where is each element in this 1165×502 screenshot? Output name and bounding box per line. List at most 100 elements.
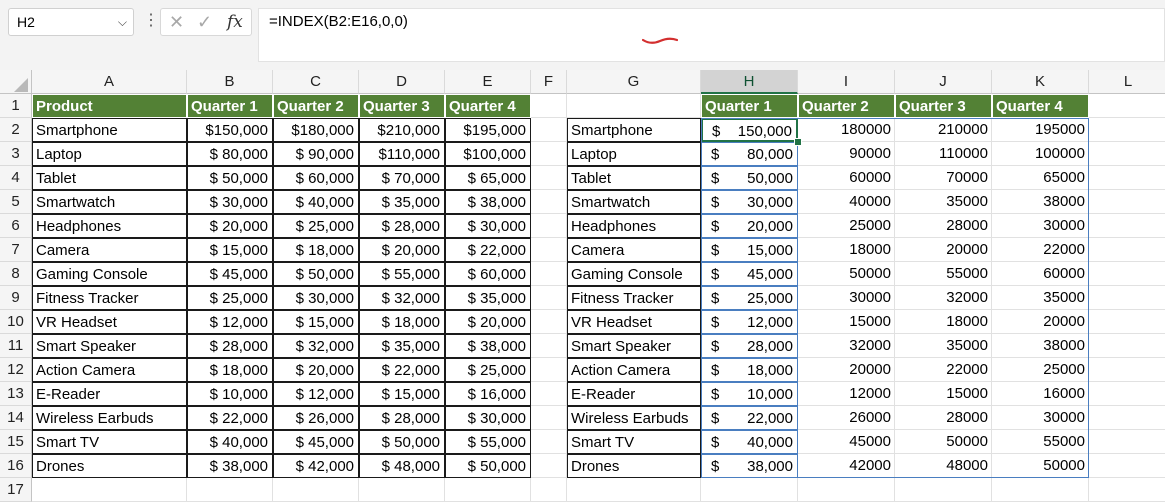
- grid-cell[interactable]: [1089, 406, 1165, 430]
- result-value-cell[interactable]: 110000: [895, 142, 992, 166]
- source-value-cell[interactable]: $ 25,000: [445, 358, 531, 382]
- source-product-cell[interactable]: Action Camera: [32, 358, 187, 382]
- result-value-cell[interactable]: 42000: [798, 454, 895, 478]
- result-q1-cell[interactable]: $20,000: [701, 214, 798, 238]
- grid-cell[interactable]: [531, 94, 567, 118]
- row-header-2[interactable]: 2: [0, 118, 32, 142]
- result-product-cell[interactable]: Laptop: [567, 142, 701, 166]
- result-value-cell[interactable]: 65000: [992, 166, 1089, 190]
- source-value-cell[interactable]: $ 18,000: [359, 310, 445, 334]
- result-product-cell[interactable]: Smart Speaker: [567, 334, 701, 358]
- result-value-cell[interactable]: 55000: [895, 262, 992, 286]
- source-value-cell[interactable]: $ 28,000: [359, 214, 445, 238]
- source-product-cell[interactable]: Laptop: [32, 142, 187, 166]
- grid-cell[interactable]: [895, 478, 992, 502]
- column-header-b[interactable]: B: [187, 70, 273, 94]
- row-header-1[interactable]: 1: [0, 94, 32, 118]
- grid-cell[interactable]: [567, 478, 701, 502]
- source-value-cell[interactable]: $ 32,000: [273, 334, 359, 358]
- grid-cell[interactable]: [187, 478, 273, 502]
- grid-cell[interactable]: [798, 478, 895, 502]
- result-product-cell[interactable]: Smartphone: [567, 118, 701, 142]
- source-value-cell[interactable]: $195,000: [445, 118, 531, 142]
- result-value-cell[interactable]: 32000: [895, 286, 992, 310]
- source-value-cell[interactable]: $ 50,000: [445, 454, 531, 478]
- source-value-cell[interactable]: $ 22,000: [187, 406, 273, 430]
- enter-icon[interactable]: ✓: [197, 9, 212, 35]
- source-value-cell[interactable]: $ 32,000: [359, 286, 445, 310]
- source-value-cell[interactable]: $ 15,000: [359, 382, 445, 406]
- result-q1-cell[interactable]: $38,000: [701, 454, 798, 478]
- result-product-cell[interactable]: Drones: [567, 454, 701, 478]
- row-header-3[interactable]: 3: [0, 142, 32, 166]
- grid-cell[interactable]: [1089, 118, 1165, 142]
- grid-cell[interactable]: [531, 286, 567, 310]
- result-value-cell[interactable]: 12000: [798, 382, 895, 406]
- result-value-cell[interactable]: 45000: [798, 430, 895, 454]
- grid-cell[interactable]: [1089, 238, 1165, 262]
- source-value-cell[interactable]: $ 50,000: [187, 166, 273, 190]
- result-value-cell[interactable]: 55000: [992, 430, 1089, 454]
- source-value-cell[interactable]: $ 80,000: [187, 142, 273, 166]
- source-header-cell[interactable]: Quarter 1: [187, 94, 273, 118]
- source-value-cell[interactable]: $ 60,000: [445, 262, 531, 286]
- source-product-cell[interactable]: Wireless Earbuds: [32, 406, 187, 430]
- result-product-cell[interactable]: Tablet: [567, 166, 701, 190]
- result-value-cell[interactable]: 50000: [992, 454, 1089, 478]
- grid-cell[interactable]: [567, 94, 701, 118]
- cancel-icon[interactable]: ✕: [169, 9, 184, 35]
- grid-cell[interactable]: [531, 142, 567, 166]
- grid-cell[interactable]: [32, 478, 187, 502]
- active-cell[interactable]: $150,000: [701, 118, 798, 142]
- grid-cell[interactable]: [1089, 430, 1165, 454]
- grid-cell[interactable]: [1089, 454, 1165, 478]
- source-value-cell[interactable]: $ 20,000: [187, 214, 273, 238]
- result-value-cell[interactable]: 195000: [992, 118, 1089, 142]
- source-product-cell[interactable]: VR Headset: [32, 310, 187, 334]
- result-header-cell[interactable]: Quarter 3: [895, 94, 992, 118]
- name-box[interactable]: H2 ⌵: [8, 8, 134, 36]
- result-q1-cell[interactable]: $80,000: [701, 142, 798, 166]
- grid-cell[interactable]: [1089, 358, 1165, 382]
- result-value-cell[interactable]: 60000: [798, 166, 895, 190]
- source-header-cell[interactable]: Quarter 3: [359, 94, 445, 118]
- source-value-cell[interactable]: $ 65,000: [445, 166, 531, 190]
- more-options-icon[interactable]: ⋮: [143, 8, 159, 36]
- column-header-k[interactable]: K: [992, 70, 1089, 94]
- result-product-cell[interactable]: VR Headset: [567, 310, 701, 334]
- result-value-cell[interactable]: 15000: [895, 382, 992, 406]
- result-product-cell[interactable]: Gaming Console: [567, 262, 701, 286]
- chevron-down-icon[interactable]: ⌵: [118, 9, 127, 35]
- row-header-5[interactable]: 5: [0, 190, 32, 214]
- grid-cell[interactable]: [531, 262, 567, 286]
- result-q1-cell[interactable]: $28,000: [701, 334, 798, 358]
- result-value-cell[interactable]: 22000: [895, 358, 992, 382]
- source-value-cell[interactable]: $ 20,000: [273, 358, 359, 382]
- source-header-cell[interactable]: Product: [32, 94, 187, 118]
- grid-cell[interactable]: [1089, 166, 1165, 190]
- row-header-14[interactable]: 14: [0, 406, 32, 430]
- source-product-cell[interactable]: Camera: [32, 238, 187, 262]
- grid-cell[interactable]: [1089, 286, 1165, 310]
- result-product-cell[interactable]: Camera: [567, 238, 701, 262]
- result-q1-cell[interactable]: $15,000: [701, 238, 798, 262]
- source-value-cell[interactable]: $ 60,000: [273, 166, 359, 190]
- row-header-9[interactable]: 9: [0, 286, 32, 310]
- row-header-12[interactable]: 12: [0, 358, 32, 382]
- result-value-cell[interactable]: 70000: [895, 166, 992, 190]
- grid-cell[interactable]: [1089, 334, 1165, 358]
- result-value-cell[interactable]: 48000: [895, 454, 992, 478]
- source-header-cell[interactable]: Quarter 4: [445, 94, 531, 118]
- result-q1-cell[interactable]: $30,000: [701, 190, 798, 214]
- select-all-corner[interactable]: [0, 70, 32, 94]
- result-product-cell[interactable]: Action Camera: [567, 358, 701, 382]
- source-value-cell[interactable]: $ 35,000: [359, 190, 445, 214]
- column-header-d[interactable]: D: [359, 70, 445, 94]
- column-header-l[interactable]: L: [1089, 70, 1165, 94]
- grid-cell[interactable]: [1089, 94, 1165, 118]
- source-value-cell[interactable]: $100,000: [445, 142, 531, 166]
- result-q1-cell[interactable]: $40,000: [701, 430, 798, 454]
- source-value-cell[interactable]: $ 18,000: [187, 358, 273, 382]
- source-value-cell[interactable]: $ 42,000: [273, 454, 359, 478]
- grid-cell[interactable]: [1089, 382, 1165, 406]
